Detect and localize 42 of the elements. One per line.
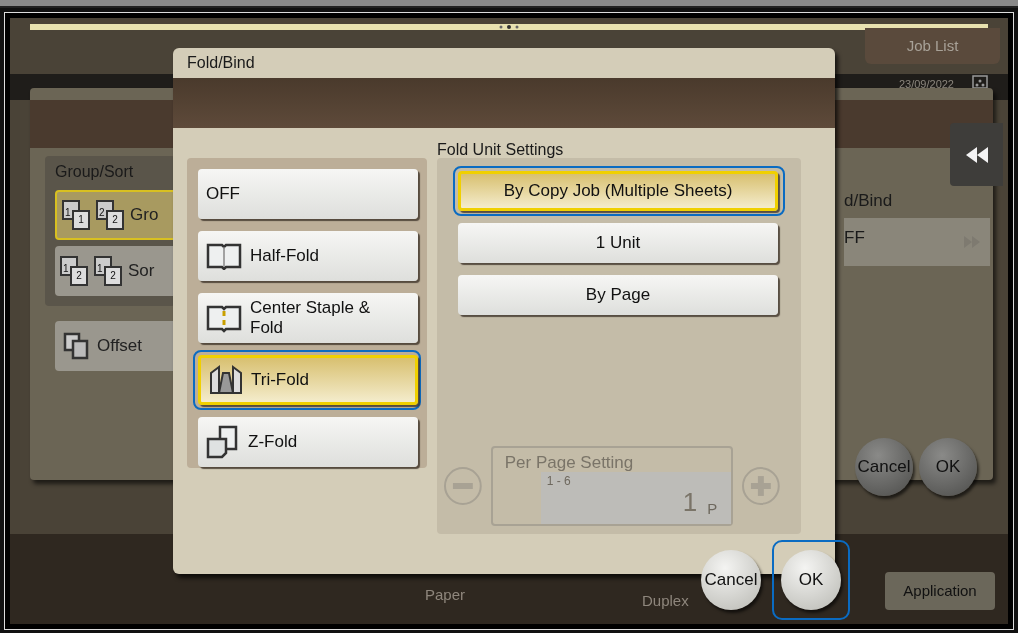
- section-label: Group/Sort: [55, 162, 135, 182]
- date-text: 23/09/2022: [898, 77, 954, 92]
- rewind-tab[interactable]: [950, 123, 1003, 186]
- page-number: 2: [110, 270, 116, 281]
- unit-option-button[interactable]: 1 Unit: [458, 223, 778, 263]
- page-dots-icon: [497, 24, 521, 30]
- setting-label: d/Bind: [844, 190, 894, 212]
- unit-option-button[interactable]: By Copy Job (Multiple Sheets): [458, 171, 778, 211]
- page-number: 1: [63, 264, 69, 274]
- section-label: Fold Unit Settings: [437, 140, 565, 158]
- unit-option-button[interactable]: By Page: [458, 275, 778, 315]
- sort-option[interactable]: 1 2 1 2 Sor: [55, 246, 175, 296]
- fold-option-button[interactable]: Half-Fold: [198, 231, 418, 281]
- page-count: 1: [682, 486, 698, 519]
- range-hint: 1 - 6: [546, 473, 571, 490]
- fold-option-button[interactable]: Center Staple & Fold: [198, 293, 418, 343]
- page-number: 2: [99, 208, 105, 218]
- dialog-title: Fold/Bind: [187, 53, 255, 73]
- open-book-icon: [206, 242, 242, 270]
- field-label: Per Page Setting: [504, 452, 634, 474]
- fold-option-button[interactable]: OFF: [198, 169, 418, 219]
- setting-value: FF: [844, 227, 865, 250]
- page-number: 2: [76, 270, 82, 281]
- z-fold-icon: [206, 425, 240, 459]
- page-number: 1: [97, 264, 103, 274]
- page-number: 1: [65, 208, 71, 218]
- sort-option[interactable]: 1 1 2 2 Gro: [55, 190, 175, 240]
- fold-option-button[interactable]: Z-Fold: [198, 417, 418, 467]
- tri-fold-icon: [209, 365, 243, 395]
- stapled-book-icon: [206, 303, 242, 333]
- rewind-icon: [965, 146, 988, 163]
- paper-label: Paper: [425, 585, 466, 605]
- round-button[interactable]: OK: [919, 438, 977, 496]
- offset-button[interactable]: Offset: [55, 321, 175, 371]
- setting-row[interactable]: FF: [844, 218, 990, 266]
- unit-label: P: [707, 498, 718, 519]
- page-number: 1: [78, 214, 84, 225]
- round-button[interactable]: Cancel: [855, 438, 913, 496]
- offset-pages-icon: [63, 332, 89, 360]
- duplex-label: Duplex: [642, 591, 689, 611]
- fold-option-button[interactable]: Tri-Fold: [198, 355, 418, 405]
- page-number: 2: [112, 214, 118, 225]
